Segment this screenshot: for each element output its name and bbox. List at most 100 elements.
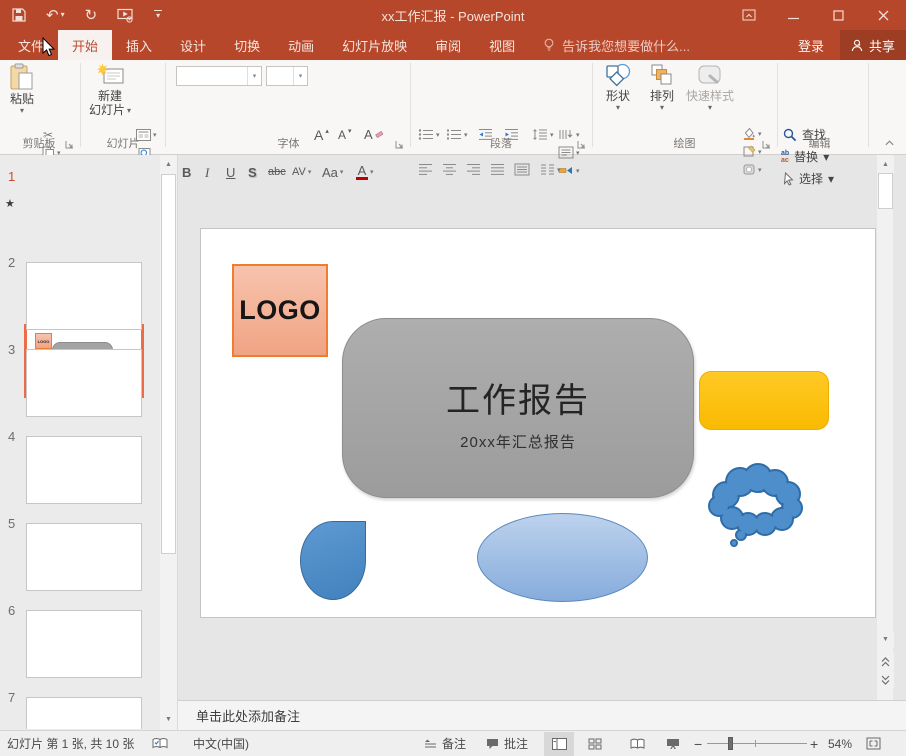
slideshow-view-button[interactable] xyxy=(658,732,688,756)
teardrop-shape[interactable] xyxy=(300,521,366,600)
change-case-button[interactable]: Aa ▾ xyxy=(322,160,343,180)
thumbnail-slide-7[interactable] xyxy=(26,697,142,729)
shapes-label: 形状 xyxy=(606,89,630,103)
drawing-dialog-launcher[interactable] xyxy=(761,139,772,150)
thumbnail-slide-5[interactable] xyxy=(26,523,142,591)
tab-transitions[interactable]: 切换 xyxy=(220,30,274,60)
thumbnail-slide-4[interactable] xyxy=(26,436,142,504)
tab-design[interactable]: 设计 xyxy=(166,30,220,60)
character-spacing-button[interactable]: AV ▾ xyxy=(292,160,311,180)
notes-pane[interactable]: 单击此处添加备注 xyxy=(178,700,906,730)
undo-button[interactable]: ↶ ▾ xyxy=(46,8,65,23)
justify-button[interactable] xyxy=(490,161,505,178)
thumbnail-scrollbar-thumb[interactable] xyxy=(161,174,176,554)
tab-animations[interactable]: 动画 xyxy=(274,30,328,60)
font-color-button[interactable]: A ▾ xyxy=(356,160,374,180)
zoom-in-button[interactable]: + xyxy=(810,731,818,756)
slide-counter[interactable]: 幻灯片 第 1 张, 共 10 张 xyxy=(7,731,134,756)
tab-insert[interactable]: 插入 xyxy=(112,30,166,60)
columns-button[interactable]: ▾ xyxy=(540,161,561,178)
thumbnail-scrollbar[interactable]: ▲ ▼ xyxy=(160,155,177,730)
thumbnail-slide-3[interactable] xyxy=(26,349,142,417)
sign-in-button[interactable]: 登录 xyxy=(790,30,832,60)
close-button[interactable] xyxy=(861,0,906,30)
logo-shape[interactable]: LOGO xyxy=(232,264,328,357)
slideshow-from-start-button[interactable] xyxy=(117,8,134,23)
cloud-shape[interactable] xyxy=(704,457,808,549)
previous-slide-button[interactable] xyxy=(877,653,894,670)
select-button[interactable]: 选择 ▾ xyxy=(783,170,834,187)
ribbon-display-options-button[interactable] xyxy=(726,0,771,30)
new-slide-button[interactable]: 新建 幻灯片 ▾ xyxy=(88,63,132,117)
slide-sorter-view-button[interactable] xyxy=(580,732,610,756)
font-size-dropdown-arrow[interactable]: ▾ xyxy=(293,67,307,85)
bold-button[interactable]: B xyxy=(182,160,191,180)
paragraph-dialog-launcher[interactable] xyxy=(576,139,587,150)
text-shadow-button[interactable]: S xyxy=(248,160,257,180)
quick-styles-button[interactable]: 快速样式 ▾ xyxy=(684,63,736,112)
tab-home[interactable]: 开始 xyxy=(58,30,112,60)
shape-effects-button[interactable]: ▾ xyxy=(742,161,762,178)
thumbnail-slide-6[interactable] xyxy=(26,610,142,678)
minimize-button[interactable] xyxy=(771,0,816,30)
ellipse-shape[interactable] xyxy=(477,513,648,602)
maximize-button[interactable] xyxy=(816,0,861,30)
shapes-button[interactable]: 形状 ▾ xyxy=(598,63,638,112)
tab-slideshow[interactable]: 幻灯片放映 xyxy=(328,30,421,60)
title-shape[interactable]: 工作报告 20xx年汇总报告 xyxy=(342,318,694,498)
main-scrollbar-thumb[interactable] xyxy=(878,173,893,209)
spellcheck-button[interactable] xyxy=(152,731,168,756)
thumbnail-slide-2[interactable] xyxy=(26,262,142,330)
reading-view-icon xyxy=(630,738,645,750)
language-indicator[interactable]: 中文(中国) xyxy=(193,731,249,756)
reading-view-button[interactable] xyxy=(622,732,652,756)
thumbnail-scroll-up-arrow[interactable]: ▲ xyxy=(160,156,177,173)
paste-button[interactable]: 粘贴 ▾ xyxy=(4,63,40,115)
save-button[interactable] xyxy=(12,8,26,22)
tab-review[interactable]: 审阅 xyxy=(421,30,475,60)
shape-effects-icon xyxy=(742,163,756,176)
slide-subtitle: 20xx年汇总报告 xyxy=(460,431,576,452)
new-slide-icon xyxy=(97,63,124,89)
tell-me-box[interactable]: 告诉我您想要做什么... xyxy=(543,30,690,60)
zoom-level[interactable]: 54% xyxy=(828,731,852,756)
slide-thumbnail-panel: 1 ★ LOGO 工作报告 20xx年汇总报告 2 3 4 5 6 7 ▲ ▼ xyxy=(0,155,178,730)
scroll-down-arrow[interactable]: ▼ xyxy=(877,631,894,648)
font-name-dropdown-arrow[interactable]: ▾ xyxy=(247,67,261,85)
customize-qat-button[interactable]: ▾ xyxy=(154,10,162,20)
thumbnail-scroll-down-arrow[interactable]: ▼ xyxy=(160,711,177,728)
share-button[interactable]: 共享 xyxy=(840,30,906,60)
align-left-button[interactable] xyxy=(418,161,433,178)
notes-toggle-button[interactable]: 备注 xyxy=(424,731,466,756)
convert-smartart-button[interactable]: ▾ xyxy=(558,162,580,179)
undo-dropdown-arrow[interactable]: ▾ xyxy=(61,11,65,19)
collapse-ribbon-button[interactable] xyxy=(884,137,895,148)
normal-view-button[interactable] xyxy=(544,732,574,756)
zoom-slider-track[interactable] xyxy=(707,743,807,744)
font-size-combobox[interactable]: ▾ xyxy=(266,66,308,86)
italic-button[interactable]: I xyxy=(205,160,209,180)
slide-title: 工作报告 xyxy=(446,373,590,422)
redo-button[interactable]: ↻ xyxy=(85,8,98,23)
comments-toggle-button[interactable]: 批注 xyxy=(486,731,528,756)
fit-to-window-button[interactable] xyxy=(866,731,881,756)
next-slide-button[interactable] xyxy=(877,671,894,688)
align-right-button[interactable] xyxy=(466,161,481,178)
zoom-slider-center-tick xyxy=(755,740,756,747)
align-center-button[interactable] xyxy=(442,161,457,178)
underline-button[interactable]: U xyxy=(226,160,235,180)
zoom-slider-thumb[interactable] xyxy=(728,737,733,750)
zoom-out-button[interactable]: − xyxy=(694,731,702,756)
yellow-rounded-rectangle-shape[interactable] xyxy=(699,371,829,430)
font-name-combobox[interactable]: ▾ xyxy=(176,66,262,86)
distribute-button[interactable] xyxy=(514,161,530,178)
font-color-swatch xyxy=(356,177,368,180)
strikethrough-button[interactable]: abc xyxy=(268,160,286,180)
font-dialog-launcher[interactable] xyxy=(394,139,405,150)
slide-canvas[interactable]: LOGO 工作报告 20xx年汇总报告 xyxy=(200,228,876,618)
arrange-button[interactable]: 排列 ▾ xyxy=(642,63,682,112)
main-scrollbar[interactable]: ▲ ▼ xyxy=(877,155,893,700)
tab-view[interactable]: 视图 xyxy=(475,30,529,60)
scroll-up-arrow[interactable]: ▲ xyxy=(877,156,894,173)
clipboard-dialog-launcher[interactable] xyxy=(64,139,75,150)
